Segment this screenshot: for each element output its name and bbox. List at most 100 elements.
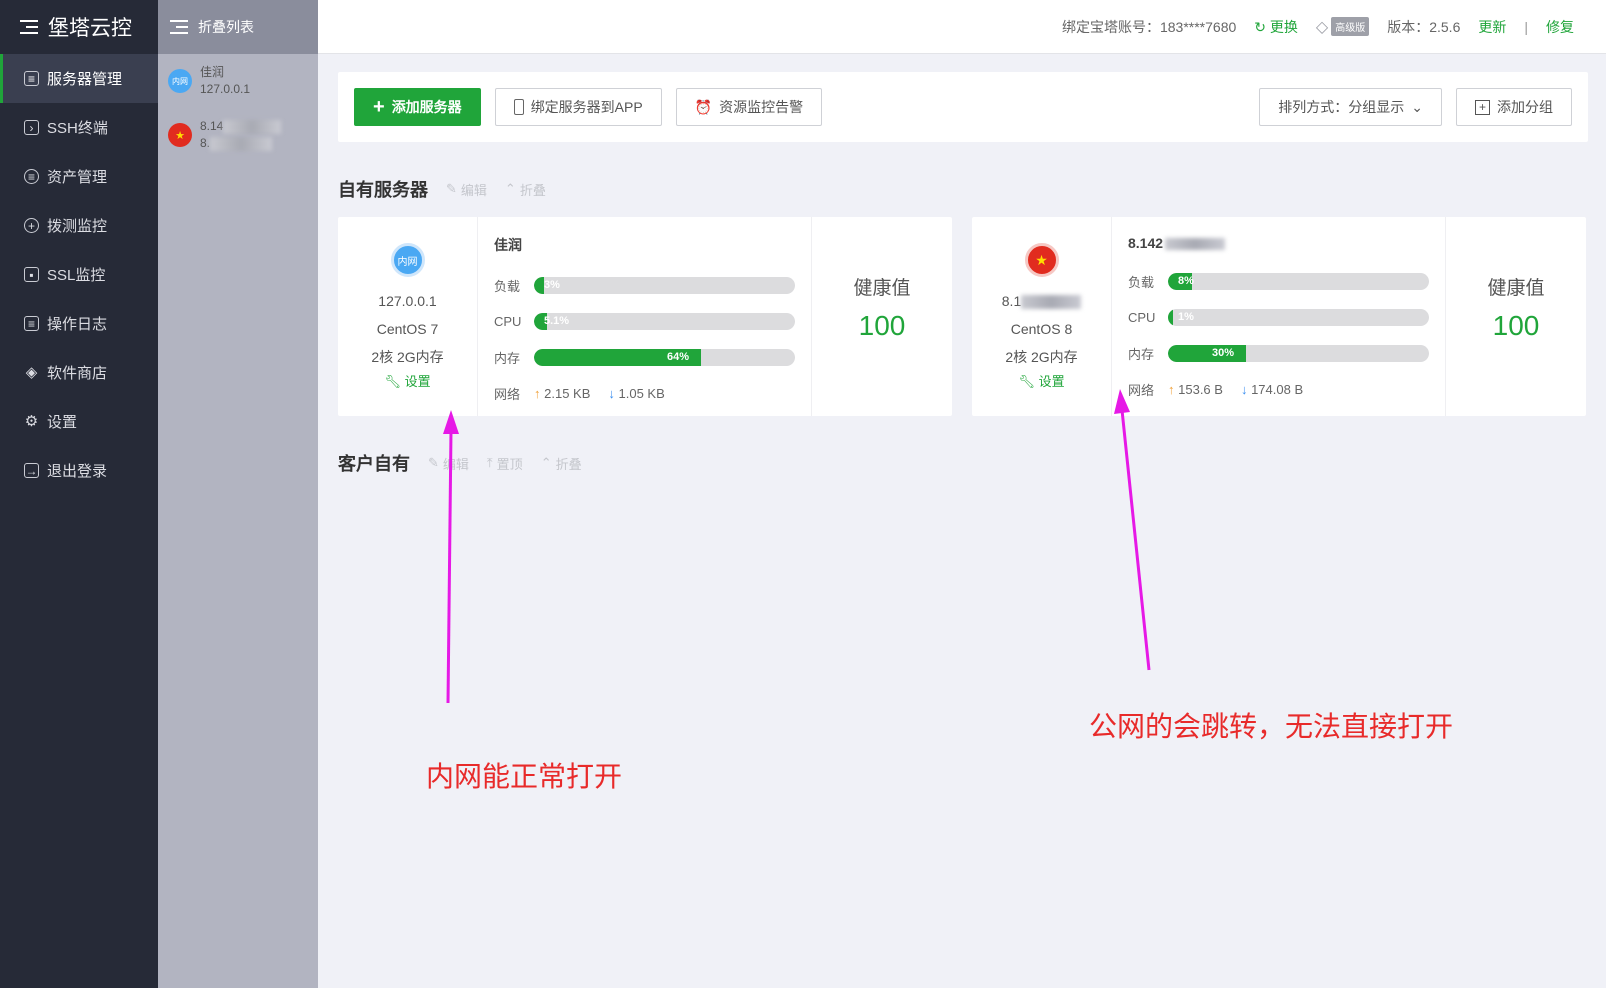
edit-label: 编辑: [460, 182, 487, 198]
sidebar-item-operation-log[interactable]: ≡ 操作日志: [0, 299, 158, 348]
group-header-client: 客户自有 ✎ 编辑 ⤒ 置顶 ⌃ 折叠: [338, 450, 582, 476]
memory-bar-fill: [1168, 344, 1247, 362]
server-card[interactable]: ★ 8.1 CentOS 8 2核 2G内存 🔧︎ 设置 8.142 负载 8%…: [972, 217, 1586, 416]
china-flag-icon: ★: [168, 123, 192, 147]
add-group-label: 添加分组: [1497, 99, 1553, 115]
intranet-avatar: 内网: [390, 243, 425, 277]
fold-list-item[interactable]: 内网 佳润 127.0.0.1: [158, 54, 318, 108]
repair-link[interactable]: 修复: [1546, 17, 1574, 37]
sidebar-item-settings[interactable]: ⚙ 设置: [0, 397, 158, 446]
fold-list-item[interactable]: ★ 8.14 8.: [158, 108, 318, 162]
sidebar-item-label: 设置: [47, 414, 78, 431]
arrow-down-icon: ↓: [608, 385, 615, 401]
group-pin-button[interactable]: ⤒ 置顶: [487, 454, 523, 473]
alarm-icon: ⏰: [694, 98, 713, 115]
server-name: 佳润: [494, 237, 522, 253]
group-edit-button[interactable]: ✎ 编辑: [428, 454, 469, 473]
china-flag-icon: ★: [1024, 243, 1059, 277]
health-label: 健康值: [853, 278, 911, 299]
diamond-icon: ◇: [1315, 18, 1329, 36]
fold-item-name: 8.14: [200, 119, 224, 133]
group-edit-button[interactable]: ✎ 编辑: [446, 180, 487, 199]
server-name: 8.142: [1128, 235, 1164, 251]
blurred-text: [1165, 238, 1226, 251]
toolbar: + 添加服务器 绑定服务器到APP ⏰ 资源监控告警 排列方式：分组显示 ⌄ +…: [338, 72, 1588, 142]
server-settings-link[interactable]: 🔧︎ 设置: [1018, 371, 1064, 393]
logout-icon: →: [24, 463, 39, 478]
monitor-alert-button[interactable]: ⏰ 资源监控告警: [675, 88, 823, 126]
server-settings-link[interactable]: 🔧︎ 设置: [384, 371, 430, 393]
sidebar-item-dial-monitor[interactable]: + 拨测监控: [0, 201, 158, 250]
server-ip: 127.0.0.1: [378, 293, 437, 309]
load-metric: 负载 8%: [1128, 263, 1429, 299]
add-server-label: 添加服务器: [391, 99, 462, 115]
memory-percent: 30%: [1212, 346, 1235, 359]
load-percent: 8%: [1178, 274, 1194, 287]
layers-icon: ◈: [25, 364, 38, 381]
add-group-button[interactable]: + 添加分组: [1456, 88, 1572, 126]
change-account-link[interactable]: ↻ 更换: [1254, 17, 1298, 37]
fold-list-title: 折叠列表: [198, 19, 254, 35]
sidebar-item-label: 软件商店: [47, 365, 108, 382]
metric-label: 负载: [494, 278, 521, 294]
network-metric: 网络 ↑ 153.6 B ↓ 174.08 B: [1128, 371, 1429, 407]
health-value: 100: [1492, 310, 1540, 341]
sidebar-item-ssh-terminal[interactable]: › SSH终端: [0, 103, 158, 152]
chevron-up-icon: ⌃: [504, 181, 516, 196]
sidebar-item-label: SSL监控: [47, 267, 106, 284]
sidebar-item-software-store[interactable]: ◈ 软件商店: [0, 348, 158, 397]
cpu-bar-fill: [1168, 308, 1173, 326]
certificate-icon: ▪: [24, 267, 39, 282]
load-metric: 负载 3%: [494, 267, 795, 303]
blurred-text: [1021, 295, 1082, 310]
fold-item-ip: 127.0.0.1: [200, 82, 251, 96]
sidebar-item-ssl-monitor[interactable]: ▪ SSL监控: [0, 250, 158, 299]
brand[interactable]: 堡塔云控: [0, 0, 158, 54]
memory-percent: 64%: [667, 350, 690, 363]
cpu-metric: CPU 5.1%: [494, 303, 795, 339]
metric-label: 网络: [494, 386, 521, 402]
fold-label: 折叠: [519, 182, 546, 198]
add-server-button[interactable]: + 添加服务器: [354, 88, 481, 126]
sidebar-item-label: 拨测监控: [47, 218, 108, 235]
top-label: 置顶: [496, 456, 523, 472]
brand-title: 堡塔云控: [48, 17, 132, 40]
chevron-up-icon: ⌃: [540, 455, 552, 470]
server-list-icon: ≡: [24, 71, 39, 86]
pin-top-icon: ⤒: [486, 455, 493, 470]
wrench-icon: 🔧︎: [384, 374, 401, 389]
cpu-bar: 1%: [1168, 308, 1429, 326]
edit-icon: ✎: [446, 181, 457, 196]
sidebar-item-logout[interactable]: → 退出登录: [0, 446, 158, 495]
sort-select[interactable]: 排列方式：分组显示 ⌄: [1259, 88, 1442, 126]
fold-item-ip: 8.: [200, 136, 211, 150]
sidebar-item-assets[interactable]: ≡ 资产管理: [0, 152, 158, 201]
fold-list-header[interactable]: 折叠列表: [158, 0, 318, 54]
bound-account: 绑定宝塔账号：183****7680: [1061, 18, 1237, 35]
load-bar: 8%: [1168, 272, 1429, 290]
metric-label: CPU: [494, 313, 522, 329]
group-fold-button[interactable]: ⌃ 折叠: [505, 180, 546, 199]
arrow-down-icon: ↓: [1240, 381, 1248, 397]
sidebar-item-server-management[interactable]: ≡ 服务器管理: [0, 54, 158, 103]
network-metric: 网络 ↑ 2.15 KB ↓ 1.05 KB: [494, 375, 795, 411]
cpu-metric: CPU 1%: [1128, 299, 1429, 335]
divider: |: [1524, 18, 1528, 35]
menu-icon: [170, 20, 188, 34]
blurred-text: [223, 119, 282, 134]
sidebar-item-label: SSH终端: [47, 120, 108, 137]
edit-icon: ✎: [428, 455, 439, 470]
fold-list-panel: 折叠列表 内网 佳润 127.0.0.1 ★ 8.14 8.: [158, 0, 318, 988]
sidebar-nav: ≡ 服务器管理 › SSH终端 ≡ 资产管理 + 拨测监控 ▪ SSL监控 ≡ …: [0, 54, 158, 495]
group-title: 自有服务器: [338, 180, 428, 200]
update-link[interactable]: 更新: [1478, 17, 1506, 37]
net-download: 1.05 KB: [618, 385, 665, 401]
group-fold-button[interactable]: ⌃ 折叠: [541, 454, 582, 473]
metric-label: 内存: [494, 350, 521, 366]
globe-icon: +: [24, 218, 39, 233]
bind-app-button[interactable]: 绑定服务器到APP: [494, 88, 662, 126]
refresh-icon: ↻: [1254, 18, 1267, 35]
server-card[interactable]: 内网 127.0.0.1 CentOS 7 2核 2G内存 🔧︎ 设置 佳润 负…: [338, 217, 952, 416]
menu-icon: [20, 20, 38, 34]
fold-label: 折叠: [555, 456, 582, 472]
